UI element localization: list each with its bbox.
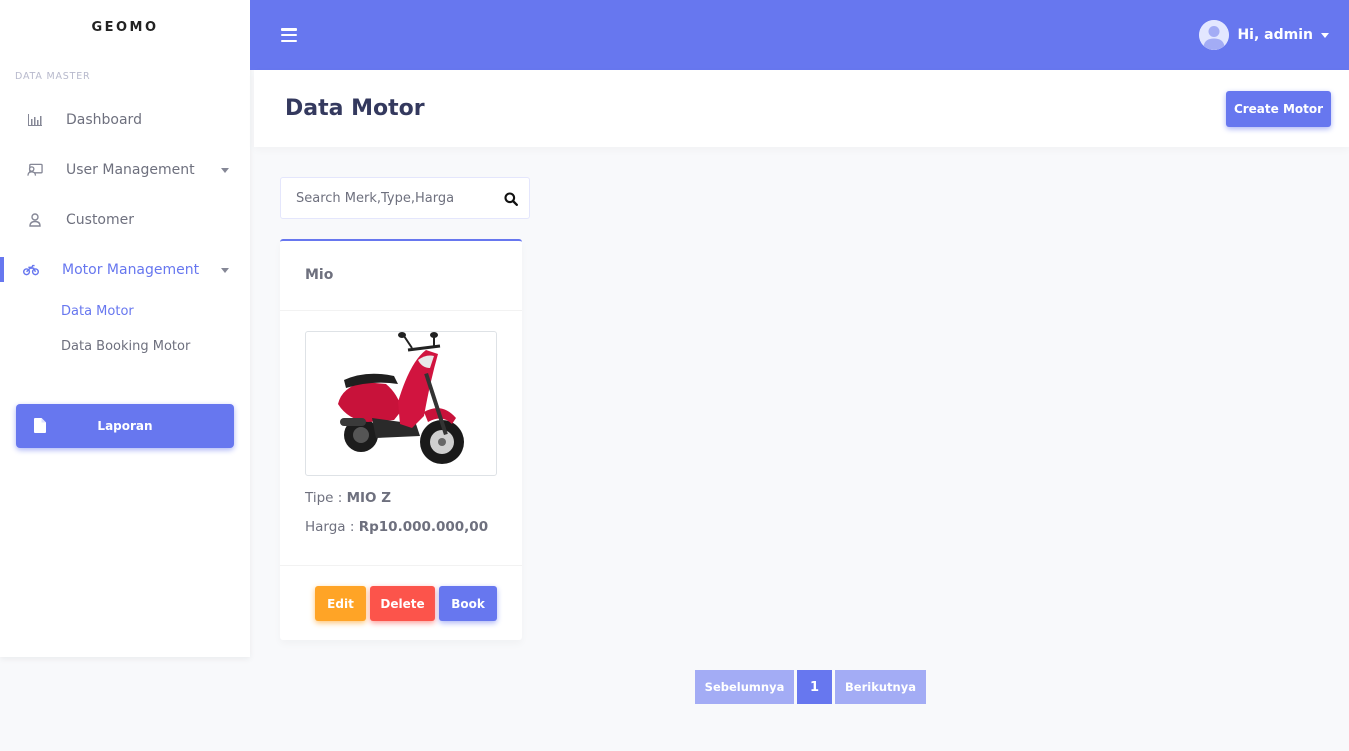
- section-header: Data Motor Create Motor: [254, 70, 1349, 147]
- user-icon: [27, 212, 43, 228]
- motor-price: Harga : Rp10.000.000,00: [305, 519, 488, 535]
- chevron-down-icon: [221, 267, 229, 273]
- user-dropdown[interactable]: Hi, admin: [1199, 20, 1329, 50]
- page-title: Data Motor: [285, 96, 425, 121]
- sidebar-subitem-data-booking-motor[interactable]: Data Booking Motor: [61, 339, 190, 354]
- previous-page-button[interactable]: Sebelumnya: [695, 670, 794, 704]
- laporan-button-label: Laporan: [97, 419, 153, 433]
- brand-logo[interactable]: GEOMO: [0, 20, 250, 35]
- page-number-button[interactable]: 1: [797, 670, 832, 704]
- sidebar-item-dashboard[interactable]: Dashboard: [0, 100, 250, 140]
- avatar: [1199, 20, 1230, 50]
- sidebar-section-heading: DATA MASTER: [15, 71, 91, 82]
- search-icon[interactable]: [504, 191, 518, 210]
- sidebar: GEOMO DATA MASTER Dashboard User Managem…: [0, 0, 250, 657]
- type-value: MIO Z: [346, 490, 392, 506]
- sidebar-item-user-management[interactable]: User Management: [0, 150, 250, 190]
- edit-button[interactable]: Edit: [315, 586, 366, 621]
- sidebar-item-customer[interactable]: Customer: [0, 200, 250, 240]
- caret-down-icon: [1321, 32, 1329, 38]
- sidebar-item-label: Customer: [66, 212, 135, 228]
- search-form: [280, 177, 530, 219]
- sidebar-subitem-data-motor[interactable]: Data Motor: [61, 304, 134, 319]
- motor-type: Tipe : MIO Z: [305, 490, 391, 506]
- type-label: Tipe :: [305, 490, 347, 506]
- file-icon: [34, 418, 46, 436]
- sidebar-item-motor-management[interactable]: Motor Management: [0, 250, 250, 290]
- search-input[interactable]: [281, 178, 491, 218]
- user-greeting: Hi, admin: [1237, 27, 1313, 43]
- price-value: Rp10.000.000,00: [358, 519, 489, 535]
- laporan-button[interactable]: Laporan: [16, 404, 234, 448]
- sidebar-item-label: Motor Management: [62, 262, 200, 278]
- create-motor-button[interactable]: Create Motor: [1226, 91, 1331, 127]
- price-label: Harga :: [305, 519, 359, 535]
- motorcycle-icon: [23, 262, 39, 278]
- bars-icon[interactable]: [281, 28, 297, 42]
- top-navbar: Hi, admin: [250, 0, 1349, 70]
- motor-image: [305, 331, 497, 476]
- chart-bar-icon: [27, 112, 43, 128]
- next-page-button[interactable]: Berikutnya: [835, 670, 926, 704]
- motor-card: Mio Tipe: MIO Z Harga: Rp10.000.000,00…: [280, 239, 522, 640]
- user-tie-icon: [27, 162, 43, 178]
- sidebar-item-label: User Management: [66, 162, 195, 178]
- card-header: Mio: [280, 241, 522, 311]
- sidebar-item-label: Dashboard: [66, 112, 142, 128]
- book-button[interactable]: Book: [439, 586, 497, 621]
- chevron-down-icon: [221, 167, 229, 173]
- delete-button[interactable]: Delete: [370, 586, 435, 621]
- card-title: Mio: [305, 267, 334, 283]
